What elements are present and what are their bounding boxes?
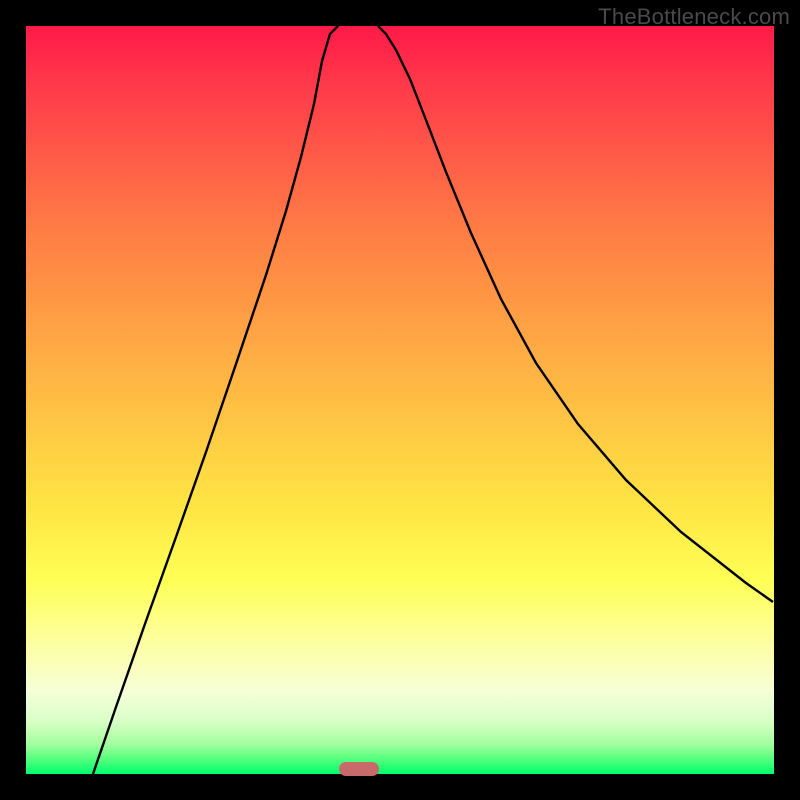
curve-right-branch — [378, 26, 773, 602]
curve-left-branch — [93, 26, 338, 774]
bottleneck-marker — [339, 762, 379, 776]
curve-svg — [26, 26, 774, 774]
watermark-text: TheBottleneck.com — [598, 4, 790, 30]
